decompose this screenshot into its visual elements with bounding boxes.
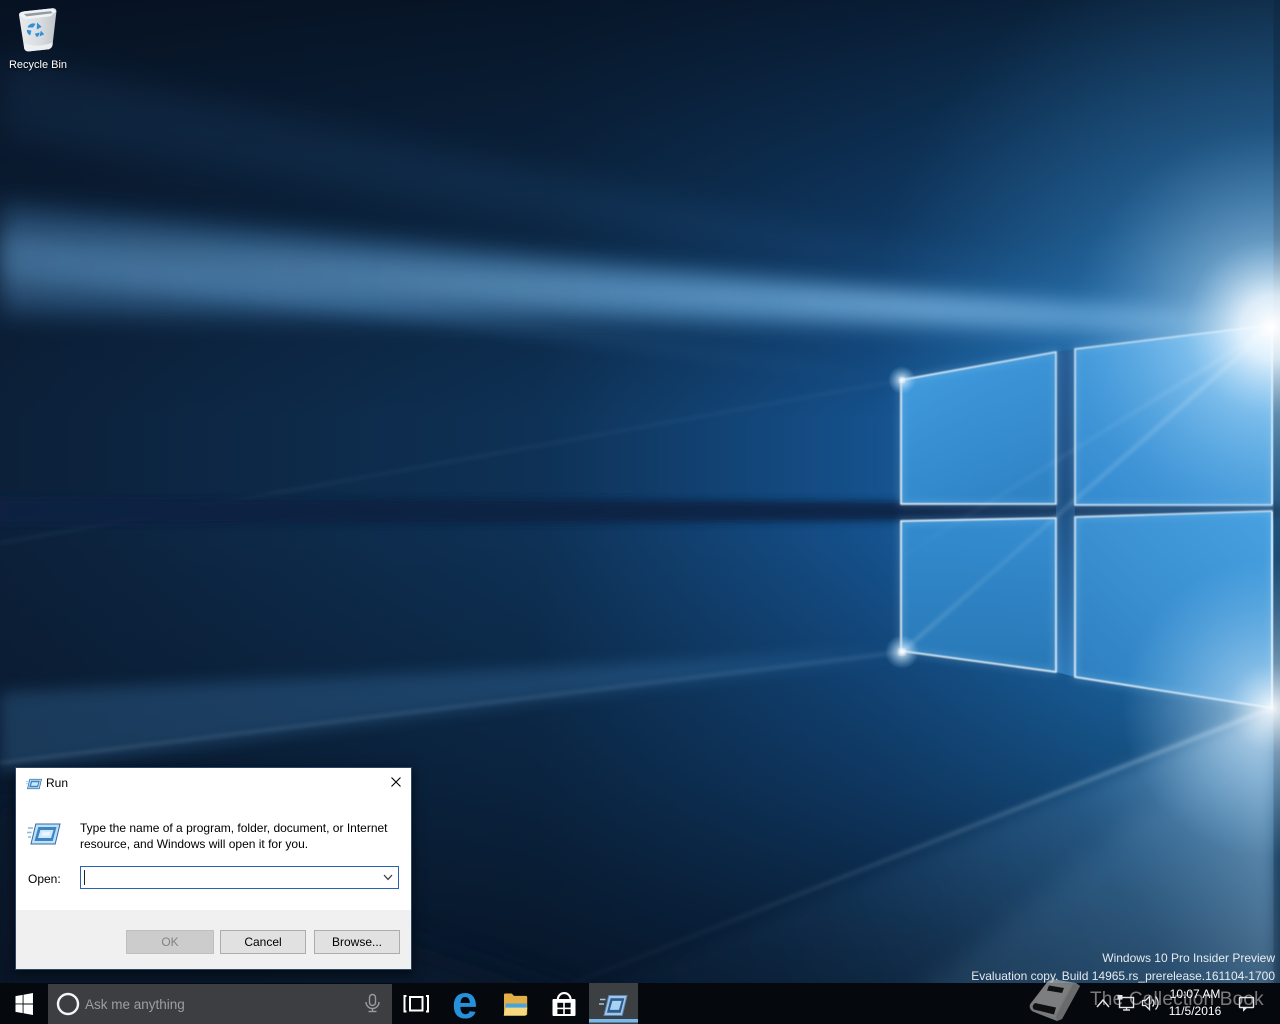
svg-text:e: e [452, 983, 478, 1024]
svg-text:10:07 AM: 10:07 AM [1170, 987, 1221, 1001]
svg-text:11/5/2016: 11/5/2016 [1169, 1004, 1222, 1018]
svg-text:Ask me anything: Ask me anything [85, 997, 185, 1012]
